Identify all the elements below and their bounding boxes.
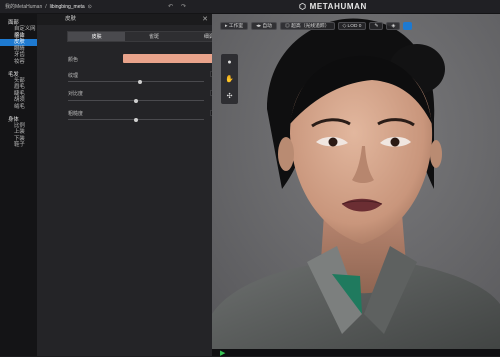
contrast-slider-knob[interactable]: [134, 98, 138, 103]
tab-freckles[interactable]: 雀斑: [125, 32, 182, 41]
home-crumb[interactable]: 我的MetaHuman: [5, 3, 42, 10]
lod-button[interactable]: ◇ LOD 0: [337, 22, 367, 30]
viewport-tool-rail: ● ✋ ✣: [221, 54, 238, 104]
sidebar-item-teeth[interactable]: 牙齿: [0, 52, 37, 59]
roughness-label: 粗糙度: [68, 111, 84, 117]
breadcrumb: 我的MetaHuman / libingbing_meta ⊙: [5, 3, 92, 11]
file-crumb[interactable]: libingbing_meta: [50, 4, 85, 10]
sidebar-item-makeup[interactable]: 妆容: [0, 59, 37, 66]
redo-icon[interactable]: ↷: [181, 3, 186, 10]
contrast-label: 对比度: [68, 91, 84, 97]
animation-button[interactable]: ◂▸ 自动: [251, 22, 277, 30]
roughness-slider[interactable]: [68, 117, 204, 122]
sidebar-item-custom-mesh[interactable]: 自定义网格体: [0, 26, 37, 39]
category-sidebar: 面部 自定义网格体 混合 皮肤 眼睛 牙齿 妆容 毛发 头部 眉毛 睫毛 胡须 …: [0, 14, 37, 356]
timeline-strip: [212, 349, 500, 356]
sidebar-item-eyebrows[interactable]: 眉毛: [0, 84, 37, 91]
sidebar-item-beard[interactable]: 胡须: [0, 97, 37, 104]
roughness-slider-knob[interactable]: [134, 117, 138, 122]
environment-button[interactable]: ▸ 工作室: [220, 22, 249, 30]
sidebar-item-shoes[interactable]: 鞋子: [0, 142, 37, 149]
sidebar-item-top[interactable]: 上装: [0, 129, 37, 136]
viewport-toolbar: ▸ 工作室 ◂▸ 自动 ◎ 超高（光线追踪） ◇ LOD 0 ✎ ◈: [220, 22, 413, 30]
contrast-slider[interactable]: [68, 98, 204, 103]
move-icon[interactable]: ✣: [227, 92, 233, 100]
metahuman-portrait: [212, 14, 500, 356]
sidebar-group-hair: 毛发: [8, 71, 19, 78]
brand-logo: ⬡ METAHUMAN: [299, 2, 367, 11]
sidebar-item-skin[interactable]: 皮肤: [0, 39, 37, 46]
crumb-separator: /: [45, 3, 47, 10]
quality-label: 超高（光线追踪）: [291, 24, 330, 29]
camera-button[interactable]: [403, 22, 413, 30]
brush-button[interactable]: ✎: [369, 22, 384, 30]
close-icon[interactable]: ✕: [202, 14, 208, 25]
lod-label: LOD 0: [347, 24, 362, 29]
undo-icon[interactable]: ↶: [168, 3, 173, 10]
environment-icon: ▸: [225, 24, 228, 29]
metahuman-logo-icon: ⬡: [299, 2, 307, 11]
color-label: 颜色: [68, 57, 79, 63]
brand-name: METAHUMAN: [309, 2, 367, 11]
top-bar: 我的MetaHuman / libingbing_meta ⊙ ↶ ↷ ⬡ ME…: [0, 0, 500, 14]
character-viewport[interactable]: ▸ 工作室 ◂▸ 自动 ◎ 超高（光线追踪） ◇ LOD 0 ✎ ◈ ● ✋ ✣: [212, 14, 500, 356]
panel-header: 皮肤 ✕: [37, 14, 212, 25]
skin-panel: 皮肤 ✕ 皮肤 雀斑 细调色 颜色 纹理 ‹ 0.5556 › 对比度 ‹ 0.…: [37, 14, 241, 356]
quality-button[interactable]: ◎ 超高（光线追踪）: [279, 22, 335, 30]
quality-icon: ◎: [284, 24, 290, 29]
sidebar-group-face: 面部: [8, 20, 19, 26]
cloth-icon: ◈: [391, 24, 396, 29]
animation-icon: ◂▸: [256, 24, 261, 29]
sidebar-group-body: 身体: [8, 116, 19, 123]
lod-icon: ◇: [342, 24, 347, 29]
tab-skin[interactable]: 皮肤: [68, 32, 126, 41]
orbit-icon[interactable]: ●: [227, 59, 231, 66]
hand-pan-icon[interactable]: ✋: [225, 75, 234, 83]
environment-label: 工作室: [228, 24, 244, 29]
sidebar-item-peach-fuzz[interactable]: 绒毛: [0, 104, 37, 111]
animation-label: 自动: [262, 24, 272, 29]
history-controls: ↶ ↷: [168, 3, 186, 10]
cloth-button[interactable]: ◈: [386, 22, 401, 30]
panel-title: 皮肤: [65, 16, 77, 22]
texture-slider[interactable]: [68, 79, 204, 84]
texture-slider-knob[interactable]: [138, 79, 143, 84]
sync-icon: ⊙: [87, 3, 92, 10]
brush-icon: ✎: [374, 24, 379, 29]
texture-label: 纹理: [68, 73, 79, 79]
